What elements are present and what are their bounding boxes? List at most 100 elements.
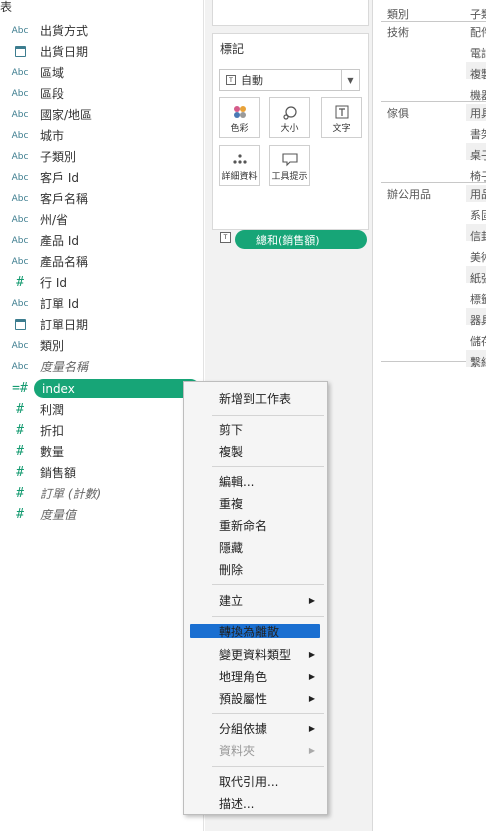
field-name: 訂單 Id bbox=[40, 297, 79, 311]
field-name: 出貨方式 bbox=[40, 24, 89, 38]
menu-item[interactable]: 取代引用... bbox=[185, 771, 326, 791]
size-button[interactable]: 大小 bbox=[269, 97, 310, 138]
field-row[interactable]: Abc 國家/地區 bbox=[0, 104, 204, 125]
tooltip-button[interactable]: 工具提示 bbox=[269, 145, 310, 186]
category-cell[interactable]: 辦公用品 bbox=[387, 186, 431, 202]
field-name: 出貨日期 bbox=[40, 45, 89, 59]
category-cell[interactable]: 傢俱 bbox=[387, 105, 409, 121]
subcategory-cell[interactable]: 機器 bbox=[470, 87, 486, 103]
menu-item[interactable]: 重複 bbox=[185, 493, 326, 513]
menu-item[interactable]: 複製 bbox=[185, 441, 326, 461]
subcategory-cell[interactable]: 用品 bbox=[470, 186, 486, 202]
tooltip-button-label: 工具提示 bbox=[271, 172, 308, 182]
field-row[interactable]: 出貨日期 bbox=[0, 41, 204, 62]
string-type-icon: Abc bbox=[11, 151, 29, 162]
field-row[interactable]: Abc 產品 Id bbox=[0, 230, 204, 251]
menu-item-label: 編輯... bbox=[219, 474, 255, 489]
field-name: 數量 bbox=[40, 445, 65, 459]
calculated-number-icon: =# bbox=[12, 381, 28, 396]
menu-item[interactable]: 新增到工作表 bbox=[185, 388, 326, 408]
menu-item-label: 建立 bbox=[219, 593, 244, 608]
subcategory-cell[interactable]: 繫結 bbox=[470, 354, 486, 370]
field-row[interactable]: Abc 城市 bbox=[0, 125, 204, 146]
subcategory-cell[interactable]: 系固 bbox=[470, 207, 486, 223]
string-type-icon: Abc bbox=[11, 88, 29, 99]
menu-item[interactable]: 地理角色 ▶ bbox=[185, 666, 326, 686]
field-row-selected[interactable]: =# index bbox=[0, 378, 204, 399]
menu-item[interactable]: 剪下 bbox=[185, 419, 326, 439]
menu-item[interactable]: 分組依據 ▶ bbox=[185, 718, 326, 738]
string-type-icon: Abc bbox=[11, 67, 29, 78]
sum-sales-pill-label: 總和(銷售額) bbox=[256, 233, 320, 247]
category-cell[interactable]: 技術 bbox=[387, 24, 409, 40]
subcategory-cell[interactable]: 儲存 bbox=[470, 333, 486, 349]
string-type-icon: Abc bbox=[11, 25, 29, 36]
column-header-category: 類別 bbox=[387, 8, 409, 21]
field-row[interactable]: # 訂單 (計數) bbox=[0, 483, 204, 504]
field-row[interactable]: # 數量 bbox=[0, 441, 204, 462]
field-row[interactable]: # 銷售額 bbox=[0, 462, 204, 483]
field-row[interactable]: Abc 客戶 Id bbox=[0, 167, 204, 188]
string-type-icon: Abc bbox=[11, 193, 29, 204]
field-name: 訂單日期 bbox=[40, 318, 89, 332]
menu-item-label: 重新命名 bbox=[219, 518, 268, 533]
number-type-icon: # bbox=[16, 507, 24, 522]
string-type-icon: Abc bbox=[11, 130, 29, 141]
menu-item[interactable]: 描述... bbox=[185, 793, 326, 813]
field-row[interactable]: Abc 區域 bbox=[0, 62, 204, 83]
field-row[interactable]: Abc 產品名稱 bbox=[0, 251, 204, 272]
field-row[interactable]: Abc 訂單 Id bbox=[0, 293, 204, 314]
mark-type-dropdown[interactable]: T 自動 ▼ bbox=[219, 69, 360, 91]
field-row[interactable]: # 折扣 bbox=[0, 420, 204, 441]
subcategory-cell[interactable]: 電話 bbox=[470, 45, 486, 61]
color-button-label: 色彩 bbox=[230, 124, 249, 134]
string-type-icon: Abc bbox=[11, 109, 29, 120]
field-row[interactable]: Abc 類別 bbox=[0, 335, 204, 356]
field-row[interactable]: 訂單日期 bbox=[0, 314, 204, 335]
menu-item[interactable]: 隱藏 bbox=[185, 537, 326, 557]
field-row[interactable]: # 度量值 bbox=[0, 504, 204, 525]
field-row[interactable]: Abc 區段 bbox=[0, 83, 204, 104]
menu-item[interactable]: 變更資料類型 ▶ bbox=[185, 644, 326, 664]
subcategory-cell[interactable]: 配件 bbox=[470, 24, 486, 40]
field-name: 度量值 bbox=[40, 508, 77, 522]
filters-card bbox=[212, 0, 369, 26]
subcategory-cell[interactable]: 器具 bbox=[470, 312, 486, 328]
subcategory-cell[interactable]: 書架 bbox=[470, 126, 486, 142]
menu-item[interactable]: 建立 ▶ bbox=[185, 590, 326, 610]
field-row[interactable]: Abc 州/省 bbox=[0, 209, 204, 230]
subcategory-cell[interactable]: 桌子 bbox=[470, 147, 486, 163]
menu-item[interactable]: 編輯... bbox=[185, 471, 326, 491]
field-row[interactable]: Abc 出貨方式 bbox=[0, 20, 204, 41]
menu-item[interactable]: 重新命名 bbox=[185, 515, 326, 535]
subcategory-cell[interactable]: 椅子 bbox=[470, 168, 486, 184]
field-row[interactable]: Abc 子類別 bbox=[0, 146, 204, 167]
sum-sales-pill[interactable]: 總和(銷售額) bbox=[235, 230, 367, 249]
string-type-icon: Abc bbox=[11, 298, 29, 309]
subcategory-cell[interactable]: 標籤 bbox=[470, 291, 486, 307]
subcategory-cell[interactable]: 複製 bbox=[470, 66, 486, 82]
color-button[interactable]: 色彩 bbox=[219, 97, 260, 138]
submenu-arrow-icon: ▶ bbox=[308, 595, 315, 605]
subcategory-cell[interactable]: 紙張 bbox=[470, 270, 486, 286]
number-type-icon: # bbox=[16, 275, 24, 290]
field-row[interactable]: Abc 度量名稱 bbox=[0, 356, 204, 377]
menu-item[interactable]: 預設屬性 ▶ bbox=[185, 688, 326, 708]
menu-separator bbox=[212, 415, 324, 416]
subcategory-cell[interactable]: 美術 bbox=[470, 249, 486, 265]
string-type-icon: Abc bbox=[11, 340, 29, 351]
text-button[interactable]: 文字 bbox=[321, 97, 362, 138]
subcategory-cell[interactable]: 用具 bbox=[470, 105, 486, 121]
detail-button[interactable]: 詳細資料 bbox=[219, 145, 260, 186]
field-row[interactable]: # 利潤 bbox=[0, 399, 204, 420]
menu-item[interactable]: 刪除 bbox=[185, 559, 326, 579]
string-type-icon: Abc bbox=[11, 172, 29, 183]
calendar-shape bbox=[14, 319, 26, 330]
field-row[interactable]: Abc 客戶名稱 bbox=[0, 188, 204, 209]
subcategory-cell[interactable]: 信封 bbox=[470, 228, 486, 244]
chevron-down-icon[interactable]: ▼ bbox=[341, 70, 359, 90]
field-row[interactable]: # 行 Id bbox=[0, 272, 204, 293]
menu-separator bbox=[212, 466, 324, 467]
string-type-icon: Abc bbox=[11, 361, 29, 372]
menu-item-highlighted[interactable]: 轉換為離散 bbox=[190, 624, 320, 639]
